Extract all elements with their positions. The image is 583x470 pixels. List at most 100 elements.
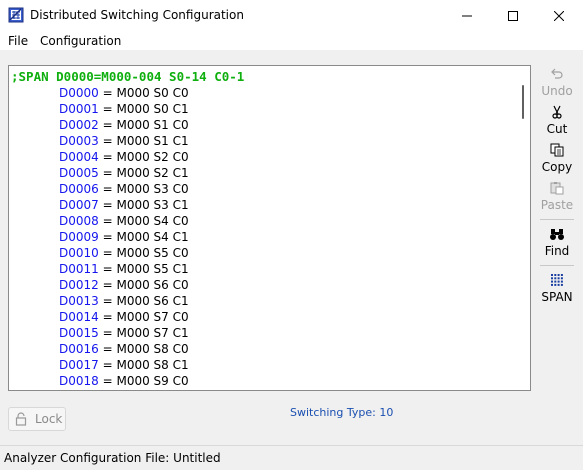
cut-label: Cut [546,122,568,136]
device-mapping: = M000 S2 C1 [98,166,189,180]
lock-button[interactable]: Lock [8,407,66,431]
config-line: D0004 = M000 S2 C0 [11,149,244,165]
find-button[interactable]: Find [533,227,581,258]
config-line: D0003 = M000 S1 C1 [11,133,244,149]
device-id: D0001 [59,102,99,116]
device-mapping: = M000 S8 C1 [98,358,189,372]
device-mapping: = M000 S4 C1 [98,230,189,244]
config-line: D0007 = M000 S3 C1 [11,197,244,213]
status-text: Analyzer Configuration File: Untitled [4,451,221,465]
maximize-button[interactable] [490,0,536,32]
config-line: D0015 = M000 S7 C1 [11,325,244,341]
switching-type: Switching Type: 10 [290,406,393,419]
copy-label: Copy [541,160,573,174]
span-header-line: ;SPAN D0000=M000-004 S0-14 C0-1 [11,69,245,84]
device-id: D0013 [59,294,99,308]
device-id: D0011 [59,262,99,276]
undo-icon [551,68,563,79]
span-label: SPAN [541,290,573,304]
device-mapping: = M000 S2 C0 [98,150,189,164]
grid-icon [551,274,563,286]
grid-dot [554,283,557,286]
undo-button[interactable]: Undo [533,67,581,98]
device-id: D0018 [59,374,99,388]
device-id: D0004 [59,150,99,164]
config-line: D0017 = M000 S8 C1 [11,357,244,373]
paste-icon [550,182,564,195]
cut-button[interactable]: Cut [533,105,581,136]
vertical-scrollbar[interactable] [516,66,530,390]
lock-icon [15,412,27,426]
config-line: D0002 = M000 S1 C0 [11,117,244,133]
device-mapping: = M000 S3 C0 [98,182,189,196]
config-line: D0005 = M000 S2 C1 [11,165,244,181]
device-mapping: = M000 S7 C0 [98,310,189,324]
config-line: D0016 = M000 S8 C0 [11,341,244,357]
device-mapping: = M000 S0 C0 [98,86,189,100]
grid-dot [560,274,563,276]
device-mapping: = M000 S5 C1 [98,262,189,276]
device-id: D0000 [59,86,99,100]
config-line: D0010 = M000 S5 C0 [11,245,244,261]
device-id: D0015 [59,326,99,340]
grid-dot [551,283,553,286]
grid-dot [554,280,557,283]
grid-dot [557,283,560,286]
device-id: D0017 [59,358,99,372]
config-line: D0012 = M000 S6 C0 [11,277,244,293]
config-line: D0008 = M000 S4 C0 [11,213,244,229]
title-bar[interactable]: Distributed Switching Configuration [0,0,583,32]
device-id: D0003 [59,134,99,148]
config-line: D0013 = M000 S6 C1 [11,293,244,309]
toolbar-separator [540,265,574,266]
app-window: Distributed Switching Configuration File… [0,0,583,469]
device-id: D0016 [59,342,99,356]
device-mapping: = M000 S1 C0 [98,118,189,132]
config-editor[interactable]: ;SPAN D0000=M000-004 S0-14 C0-1 D0000 = … [8,65,531,391]
config-line: D0001 = M000 S0 C1 [11,101,244,117]
device-id: D0002 [59,118,99,132]
minimize-button[interactable] [444,0,490,32]
grid-dot [554,277,557,280]
device-id: D0008 [59,214,99,228]
grid-dot [557,274,560,276]
close-icon [554,11,564,21]
app-icon [8,7,24,23]
toolbar-separator [540,219,574,220]
device-id: D0007 [59,198,99,212]
paste-label: Paste [540,198,574,212]
copy-button[interactable]: Copy [533,143,581,174]
device-id: D0014 [59,310,99,324]
scrollbar-thumb[interactable] [522,85,524,119]
menu-configuration[interactable]: Configuration [40,34,121,48]
menu-bar: File Configuration [0,32,583,50]
paste-button[interactable]: Paste [533,181,581,212]
editor-content[interactable]: ;SPAN D0000=M000-004 S0-14 C0-1 D0000 = … [11,69,244,389]
device-id: D0012 [59,278,99,292]
switching-type-value: 10 [379,406,394,419]
side-toolbar: Undo Cut Copy Paste Find SPAN [533,63,581,313]
device-mapping: = M000 S1 C1 [98,134,189,148]
config-line: D0000 = M000 S0 C0 [11,85,244,101]
device-id: D0006 [59,182,99,196]
config-line: D0014 = M000 S7 C0 [11,309,244,325]
minimize-icon [462,15,472,17]
scissors-icon [552,105,562,119]
close-button[interactable] [536,0,582,32]
grid-dot [551,274,553,276]
span-button[interactable]: SPAN [533,273,581,304]
config-line: D0009 = M000 S4 C1 [11,229,244,245]
config-line: D0006 = M000 S3 C0 [11,181,244,197]
config-line: D0018 = M000 S9 C0 [11,373,244,389]
device-mapping: = M000 S8 C0 [98,342,189,356]
menu-file[interactable]: File [8,34,28,48]
status-bar: Analyzer Configuration File: Untitled [0,445,583,470]
grid-dot [560,283,563,286]
grid-dot [551,277,553,280]
maximize-icon [508,11,518,21]
device-mapping: = M000 S9 C0 [98,374,189,388]
device-id: D0009 [59,230,99,244]
device-mapping: = M000 S4 C0 [98,214,189,228]
window-title: Distributed Switching Configuration [30,8,244,22]
device-mapping: = M000 S7 C1 [98,326,189,340]
